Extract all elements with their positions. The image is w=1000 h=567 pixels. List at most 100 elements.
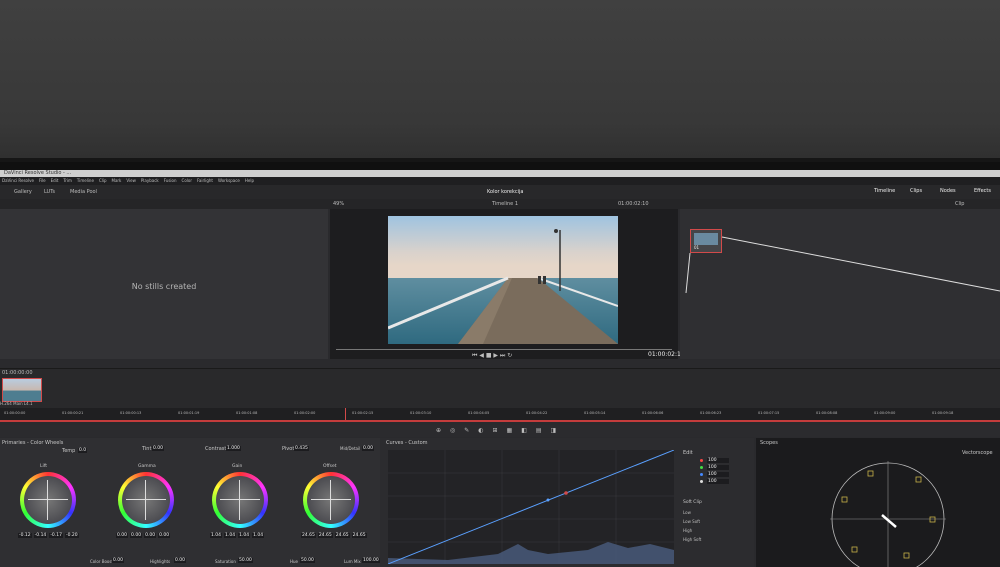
scope-mode-selector[interactable]: Vectorscope — [962, 450, 993, 456]
gallery-button[interactable]: Gallery — [14, 189, 32, 195]
palette-tool-icons[interactable]: ⊕◎✎◐⊞▦◧▤◨ — [436, 427, 565, 434]
ruler-tick-label: 01:00:02:00 — [294, 411, 316, 415]
channel-color-swatch — [700, 466, 703, 469]
menu-item[interactable]: Help — [245, 178, 254, 183]
timeline-toggle[interactable]: Timeline — [874, 188, 895, 194]
tint-label: Tint — [142, 446, 152, 452]
media-pool-button[interactable]: Media Pool — [70, 189, 97, 195]
color-wheels-panel: Primaries - Color Wheels Temp 0.0 Tint 0… — [0, 438, 380, 567]
curve-channel[interactable]: 100 — [700, 465, 729, 470]
ruler-tick-label: 01:00:00:13 — [120, 411, 142, 415]
menu-item[interactable]: View — [126, 178, 136, 183]
nodes-toggle[interactable]: Nodes — [940, 188, 956, 194]
channel-value[interactable]: 100 — [707, 465, 729, 470]
tint-value[interactable]: 0.00 — [152, 446, 165, 451]
clip-name: H.264 Main L4.1 — [0, 401, 33, 406]
temp-value[interactable]: 0.0 — [78, 448, 88, 453]
gallery-panel: No stills created — [0, 209, 328, 359]
color-wheel[interactable] — [303, 472, 359, 528]
middetail-label: Mid/Detail — [340, 446, 361, 451]
mini-timeline[interactable]: 01:00:00:00 01:00:00:21 01:00:00:13 01:00:0… — [0, 408, 1000, 422]
title-bar: DaVinci Resolve Studio - ... — [0, 170, 1000, 177]
transport-controls[interactable]: ⏮ ◀ ■ ▶ ⏭ ↻ — [472, 352, 512, 360]
resolve-window: DaVinci Resolve Studio - ... DaVinci Res… — [0, 170, 1000, 567]
wheel-value[interactable]: 0.00 — [116, 533, 129, 538]
contrast-value[interactable]: 1.000 — [226, 446, 241, 451]
menu-item[interactable]: DaVinci Resolve — [2, 178, 34, 183]
curve-graph[interactable] — [387, 449, 675, 565]
ruler-tick-label: 01:00:01:19 — [178, 411, 200, 415]
soft-clip-row[interactable]: High — [683, 528, 701, 537]
saturation-label: Saturation — [215, 559, 236, 564]
clip-menu[interactable]: Clip — [955, 201, 964, 207]
color-boost-value[interactable]: 0.00 — [112, 558, 125, 563]
wheel-value[interactable]: -0.14 — [33, 533, 48, 538]
top-toolbar: Gallery LUTs Media Pool Kolor korekcija … — [0, 185, 1000, 200]
ruler-tick-label: 01:00:04:22 — [526, 411, 548, 415]
node-01[interactable]: 01 — [690, 229, 722, 253]
window-title: DaVinci Resolve Studio - ... — [4, 170, 72, 176]
channel-value[interactable]: 100 — [707, 472, 729, 477]
menu-item[interactable]: Edit — [51, 178, 59, 183]
menu-item[interactable]: Fusion — [164, 178, 177, 183]
timeline-selector[interactable]: Timeline 1 — [492, 201, 518, 207]
node-editor: 01 — [680, 209, 1000, 359]
wheel-value[interactable]: 1.04 — [224, 533, 237, 538]
effects-toggle[interactable]: Effects — [974, 188, 991, 194]
menu-item[interactable]: Fairlight — [197, 178, 213, 183]
hue-value[interactable]: 50.00 — [300, 558, 315, 563]
soft-clip-row[interactable]: High Soft — [683, 537, 701, 546]
ruler-tick-label: 01:00:03:10 — [410, 411, 432, 415]
pivot-value[interactable]: 0.435 — [294, 446, 309, 451]
hilight-value[interactable]: 0.00 — [174, 558, 187, 563]
wheel-value[interactable]: 1.04 — [210, 533, 223, 538]
channel-value[interactable]: 100 — [707, 458, 729, 463]
color-wheel[interactable] — [212, 472, 268, 528]
menu-item[interactable]: Workspace — [218, 178, 240, 183]
curve-channel[interactable]: 100 — [700, 479, 729, 484]
scrub-bar[interactable] — [336, 349, 672, 350]
wheel-value[interactable]: 0.00 — [130, 533, 143, 538]
middetail-value[interactable]: 0.00 — [362, 446, 375, 451]
wheel-value[interactable]: -0.20 — [64, 533, 79, 538]
zoom-level[interactable]: 49% — [333, 201, 344, 207]
luts-button[interactable]: LUTs — [44, 189, 55, 195]
hilight-label: Highlights — [150, 559, 171, 564]
soft-clip-row[interactable]: Low — [683, 510, 701, 519]
menu-item[interactable]: File — [39, 178, 46, 183]
scopes-title: Scopes — [760, 440, 778, 446]
wheel-value[interactable]: -0.12 — [18, 533, 32, 538]
clip-thumbnail[interactable] — [2, 378, 42, 402]
wheel-value[interactable]: 24.65 — [334, 533, 350, 538]
palette-toolbar: ⊕◎✎◐⊞▦◧▤◨ — [0, 425, 1000, 437]
wheel-value[interactable]: 24.65 — [301, 533, 316, 538]
color-wheel[interactable] — [20, 472, 76, 528]
soft-clip-label: Soft Clip — [683, 500, 702, 505]
curve-channel[interactable]: 100 — [700, 458, 729, 463]
ruler-tick-label: 01:00:00:00 — [4, 411, 26, 415]
color-wheel[interactable] — [118, 472, 174, 528]
saturation-value[interactable]: 50.00 — [238, 558, 253, 563]
lum-mix-label: Lum Mix — [344, 559, 361, 564]
menu-item[interactable]: Playback — [141, 178, 159, 183]
ruler-tick-label: 01:00:09:18 — [932, 411, 954, 415]
soft-clip-row[interactable]: Low Soft — [683, 519, 701, 528]
menu-item[interactable]: Color — [182, 178, 192, 183]
monitor: DaVinci Resolve Studio - ... DaVinci Res… — [0, 158, 1000, 567]
curve-channel[interactable]: 100 — [700, 472, 729, 477]
wheel-value[interactable]: 24.65 — [317, 533, 333, 538]
wheel-value[interactable]: 0.00 — [158, 533, 171, 538]
menu-item[interactable]: Mark — [112, 178, 122, 183]
channel-value[interactable]: 100 — [707, 479, 729, 484]
wheel-value[interactable]: -0.17 — [49, 533, 63, 538]
menu-item[interactable]: Clip — [99, 178, 107, 183]
lum-mix-value[interactable]: 100.00 — [362, 558, 380, 563]
clips-toggle[interactable]: Clips — [910, 188, 922, 194]
menu-item[interactable]: Timeline — [77, 178, 94, 183]
wheel-value[interactable]: 1.04 — [252, 533, 265, 538]
wheel-value[interactable]: 0.00 — [144, 533, 157, 538]
wheel-value[interactable]: 24.65 — [351, 533, 367, 538]
menu-item[interactable]: Trim — [63, 178, 72, 183]
wheel-value[interactable]: 1.04 — [238, 533, 251, 538]
hue-label: Hue — [290, 559, 299, 564]
